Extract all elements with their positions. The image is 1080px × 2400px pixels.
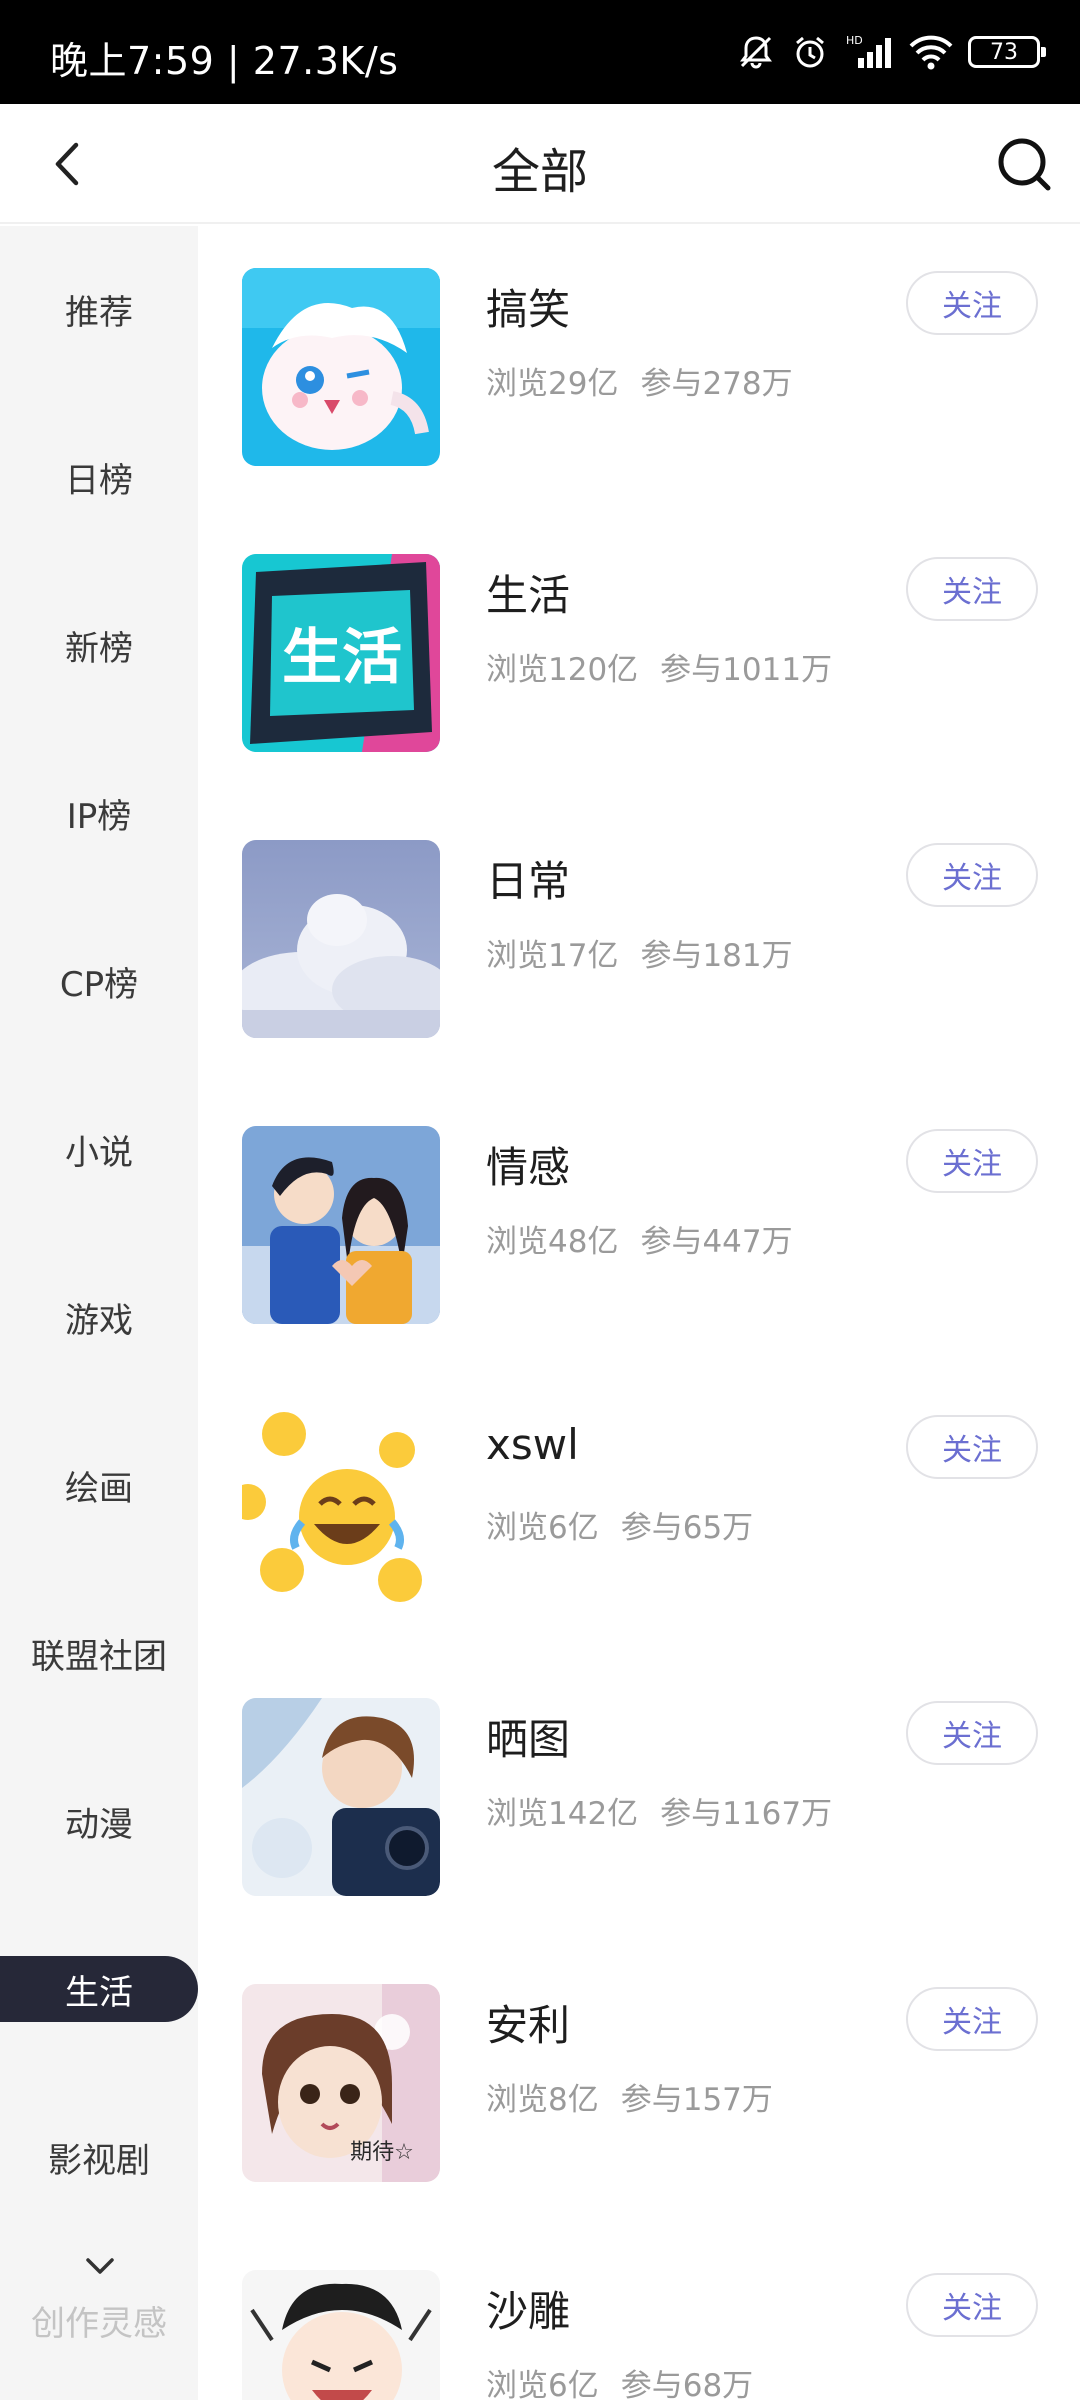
sidebar-item-life[interactable]: 生活 [0, 1956, 198, 2022]
topic-list: 搞笑 浏览29亿 参与278万 关注 生活 生活 浏览120亿 参与1011万 关注 [198, 226, 1080, 2400]
topic-views: 浏览120亿 [486, 652, 639, 688]
topic-name: 沙雕 [486, 2287, 571, 2336]
follow-button[interactable]: 关注 [906, 843, 1038, 907]
topic-participants: 参与1011万 [660, 652, 833, 688]
signal-icon: HD [844, 32, 894, 72]
topic-participants: 参与278万 [640, 366, 793, 402]
topic-row[interactable]: 沙雕 浏览6亿 参与68万 关注 [198, 2228, 1080, 2400]
thumbnail-text: 生活 [282, 623, 402, 693]
status-icons: HD 73 [736, 30, 1046, 74]
topic-participants: 参与447万 [640, 1224, 793, 1260]
topic-stats: 浏览120亿 参与1011万 [486, 644, 832, 689]
follow-button[interactable]: 关注 [906, 1987, 1038, 2051]
follow-button[interactable]: 关注 [906, 557, 1038, 621]
topic-thumbnail [242, 268, 440, 466]
sidebar-item-inspiration[interactable]: 创作灵感 [0, 2296, 198, 2345]
topic-stats: 浏览8亿 参与157万 [486, 2074, 773, 2119]
topic-thumbnail: 生活 [242, 554, 440, 752]
topic-stats: 浏览17亿 参与181万 [486, 930, 793, 975]
topic-participants: 参与68万 [620, 2368, 754, 2400]
topic-row[interactable]: xswl 浏览6亿 参与65万 关注 [198, 1370, 1080, 1610]
sidebar-item-daily-rank[interactable]: 日榜 [0, 444, 198, 510]
topic-stats: 浏览6亿 参与68万 [486, 2360, 753, 2400]
sidebar-item-drawing[interactable]: 绘画 [0, 1452, 198, 1518]
follow-button[interactable]: 关注 [906, 1415, 1038, 1479]
sidebar-item-new-rank[interactable]: 新榜 [0, 612, 198, 678]
follow-button[interactable]: 关注 [906, 1129, 1038, 1193]
sidebar-item-recommend[interactable]: 推荐 [0, 276, 198, 342]
page-title: 全部 [491, 144, 588, 200]
sidebar-item-novel[interactable]: 小说 [0, 1116, 198, 1182]
thumbnail-text: 期待☆ [350, 2140, 414, 2165]
topic-stats: 浏览142亿 参与1167万 [486, 1788, 832, 1833]
svg-text:HD: HD [846, 34, 863, 47]
topic-row[interactable]: 期待☆ 安利 浏览8亿 参与157万 关注 [198, 1942, 1080, 2182]
topic-name: 搞笑 [486, 285, 571, 334]
topic-row[interactable]: 日常 浏览17亿 参与181万 关注 [198, 798, 1080, 1038]
topic-name: 晒图 [486, 1715, 571, 1764]
topic-name: 安利 [486, 2001, 571, 2050]
topic-thumbnail: 期待☆ [242, 1984, 440, 2182]
topic-name: xswl [486, 1420, 579, 1469]
topic-name: 日常 [486, 857, 571, 906]
topic-row[interactable]: 生活 生活 浏览120亿 参与1011万 关注 [198, 512, 1080, 752]
topic-stats: 浏览29亿 参与278万 [486, 358, 793, 403]
battery-icon: 73 [968, 36, 1046, 68]
alarm-icon [790, 32, 830, 72]
topic-thumbnail [242, 1126, 440, 1324]
sidebar-item-cp-rank[interactable]: CP榜 [0, 948, 198, 1014]
topic-views: 浏览142亿 [486, 1796, 639, 1832]
back-button[interactable] [38, 134, 98, 194]
wifi-icon [908, 32, 954, 72]
chevron-left-icon [55, 142, 79, 186]
status-time: 晚上7:59 | 27.3K/s [50, 39, 399, 83]
topic-views: 浏览17亿 [486, 938, 619, 974]
topic-participants: 参与181万 [640, 938, 793, 974]
topic-thumbnail [242, 1698, 440, 1896]
topic-participants: 参与157万 [620, 2082, 773, 2118]
sidebar-item-anime[interactable]: 动漫 [0, 1788, 198, 1854]
status-bar: 晚上7:59 | 27.3K/s HD 73 [0, 0, 1080, 104]
chevron-down-icon[interactable] [80, 2252, 120, 2282]
sidebar-item-film-tv[interactable]: 影视剧 [0, 2124, 198, 2190]
sidebar-item-ip-rank[interactable]: IP榜 [0, 780, 198, 846]
topic-views: 浏览6亿 [486, 2368, 599, 2400]
topic-row[interactable]: 晒图 浏览142亿 参与1167万 关注 [198, 1656, 1080, 1896]
follow-button[interactable]: 关注 [906, 271, 1038, 335]
topic-views: 浏览48亿 [486, 1224, 619, 1260]
topic-thumbnail [242, 2270, 440, 2400]
topic-thumbnail [242, 840, 440, 1038]
topic-thumbnail [242, 1412, 440, 1610]
header: 全部 [0, 104, 1080, 224]
sidebar-item-game[interactable]: 游戏 [0, 1284, 198, 1350]
topic-views: 浏览6亿 [486, 1510, 599, 1546]
follow-button[interactable]: 关注 [906, 2273, 1038, 2337]
topic-row[interactable]: 搞笑 浏览29亿 参与278万 关注 [198, 226, 1080, 466]
topic-name: 生活 [486, 571, 571, 620]
follow-button[interactable]: 关注 [906, 1701, 1038, 1765]
topic-views: 浏览8亿 [486, 2082, 599, 2118]
search-button[interactable] [992, 132, 1056, 196]
topic-participants: 参与65万 [620, 1510, 754, 1546]
bell-off-icon [736, 32, 776, 72]
sidebar-item-club[interactable]: 联盟社团 [0, 1620, 198, 1686]
topic-views: 浏览29亿 [486, 366, 619, 402]
topic-stats: 浏览48亿 参与447万 [486, 1216, 793, 1261]
topic-participants: 参与1167万 [660, 1796, 833, 1832]
topic-row[interactable]: 情感 浏览48亿 参与447万 关注 [198, 1084, 1080, 1324]
search-icon [998, 138, 1051, 191]
topic-stats: 浏览6亿 参与65万 [486, 1502, 753, 1547]
topic-name: 情感 [486, 1143, 571, 1192]
